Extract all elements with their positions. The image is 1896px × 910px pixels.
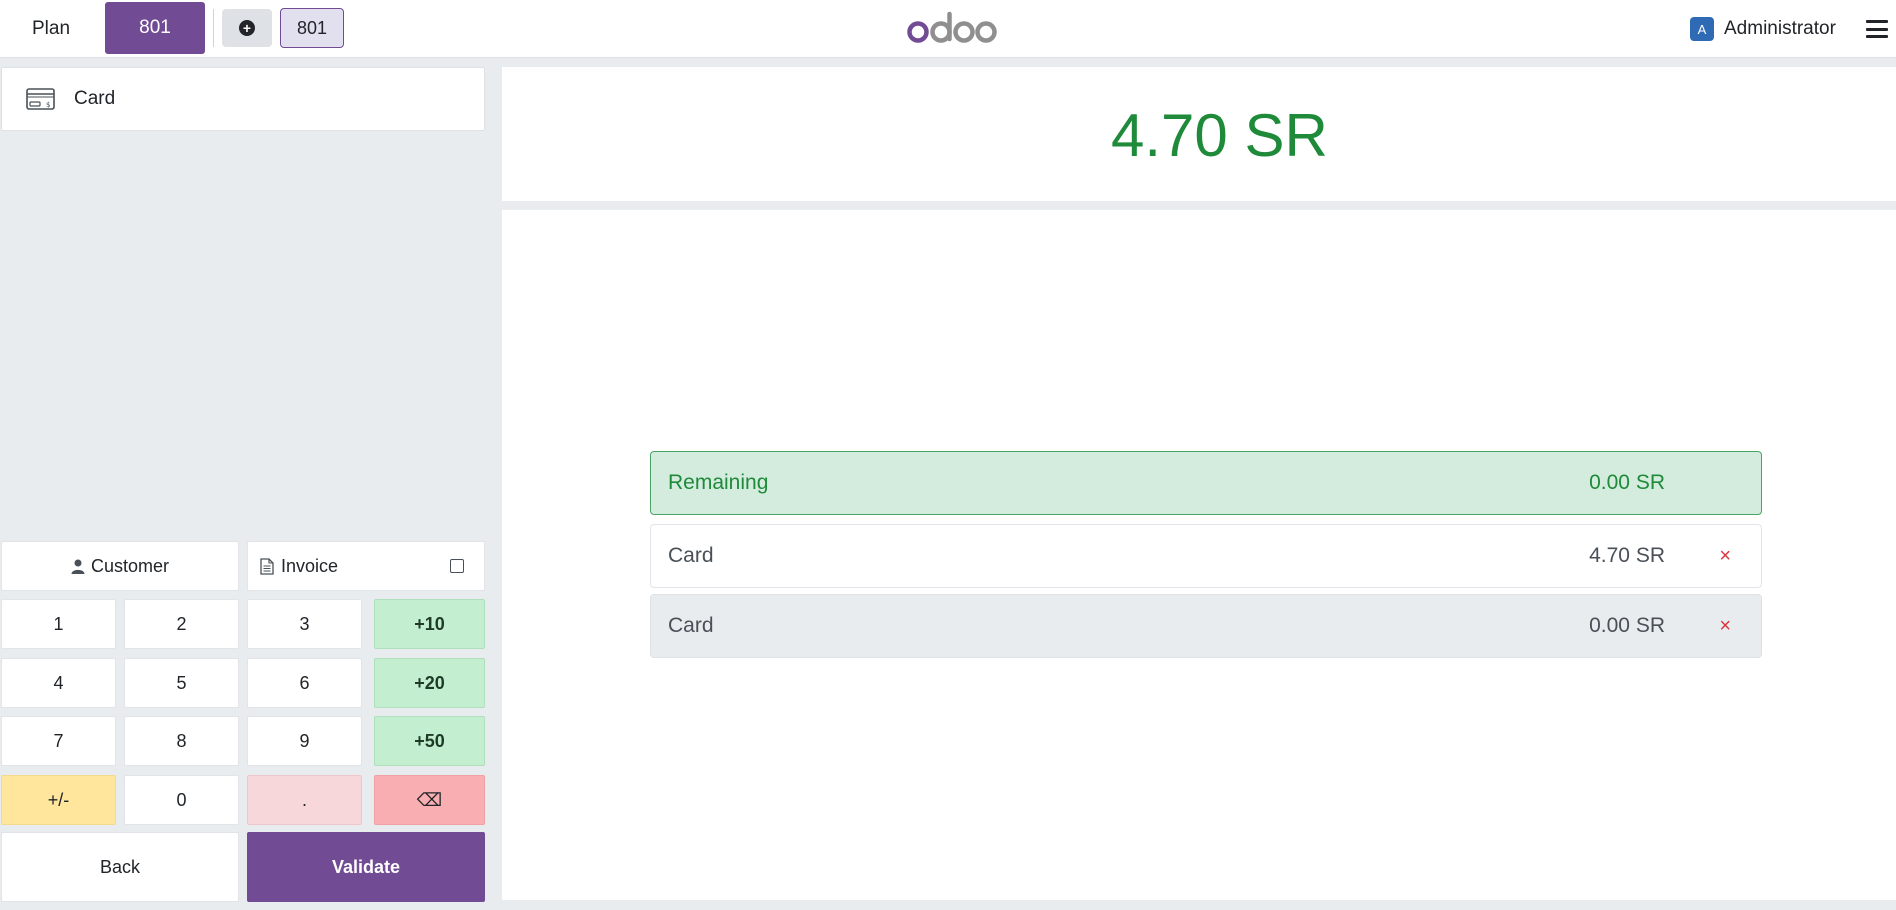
numpad-key-8[interactable]: 8 <box>124 716 239 766</box>
invoice-label: Invoice <box>281 555 339 576</box>
numpad-key-plus-20[interactable]: +20 <box>374 658 485 708</box>
payment-line-selected[interactable]: Card 0.00 SR × <box>650 594 1762 658</box>
numpad-key-decimal[interactable]: . <box>247 775 362 825</box>
nav-divider <box>213 9 214 47</box>
plus-circle-icon: + <box>239 20 255 36</box>
hamburger-menu-icon[interactable] <box>1866 20 1888 38</box>
active-table-button[interactable]: 801 <box>105 2 205 54</box>
user-icon <box>71 559 85 574</box>
order-tab[interactable]: 801 <box>280 8 344 48</box>
numpad-key-9[interactable]: 9 <box>247 716 362 766</box>
customer-label: Customer <box>90 555 170 576</box>
customer-button[interactable]: Customer <box>1 541 239 591</box>
new-order-button[interactable]: + <box>222 9 272 47</box>
document-icon <box>260 557 274 575</box>
delete-icon[interactable]: × <box>1719 615 1731 638</box>
user-menu[interactable]: A Administrator <box>1690 16 1836 42</box>
numpad-key-5[interactable]: 5 <box>124 658 239 708</box>
total-amount: 4.70 SR <box>1111 102 1328 169</box>
svg-text:$: $ <box>46 101 50 109</box>
numpad-key-plus-50[interactable]: +50 <box>374 716 485 766</box>
credit-card-icon: $ <box>26 88 55 110</box>
numpad-key-plus-10[interactable]: +10 <box>374 599 485 649</box>
payment-line-method: Card <box>668 544 714 567</box>
payment-line-amount: 0.00 SR <box>1589 614 1665 637</box>
numpad-key-7[interactable]: 7 <box>1 716 116 766</box>
numpad-key-plus-minus[interactable]: +/- <box>1 775 116 825</box>
avatar: A <box>1690 17 1714 41</box>
odoo-logo <box>907 11 997 43</box>
numpad-key-3[interactable]: 3 <box>247 599 362 649</box>
payment-method-card[interactable]: $ Card <box>1 67 485 131</box>
payment-method-label: Card <box>74 88 116 109</box>
payment-line[interactable]: Card 4.70 SR × <box>650 524 1762 588</box>
remaining-label: Remaining <box>668 471 769 494</box>
invoice-checkbox[interactable] <box>450 559 464 573</box>
invoice-button[interactable]: Invoice <box>247 541 485 591</box>
numpad-key-1[interactable]: 1 <box>1 599 116 649</box>
remaining-row: Remaining 0.00 SR <box>650 451 1762 515</box>
validate-button[interactable]: Validate <box>247 832 485 902</box>
backspace-icon[interactable]: ⌫ <box>374 775 485 825</box>
payment-line-method: Card <box>668 614 714 637</box>
numpad-key-2[interactable]: 2 <box>124 599 239 649</box>
remaining-amount: 0.00 SR <box>1589 471 1665 494</box>
user-name: Administrator <box>1724 18 1836 39</box>
back-button[interactable]: Back <box>1 832 239 902</box>
numpad-key-0[interactable]: 0 <box>124 775 239 825</box>
delete-icon[interactable]: × <box>1719 545 1731 568</box>
numpad-key-4[interactable]: 4 <box>1 658 116 708</box>
top-navbar: Plan 801 + 801 A Administrator <box>0 0 1896 58</box>
numpad-key-6[interactable]: 6 <box>247 658 362 708</box>
total-panel: 4.70 SR <box>502 67 1896 201</box>
plan-button[interactable]: Plan <box>0 0 102 58</box>
payment-line-amount: 4.70 SR <box>1589 544 1665 567</box>
